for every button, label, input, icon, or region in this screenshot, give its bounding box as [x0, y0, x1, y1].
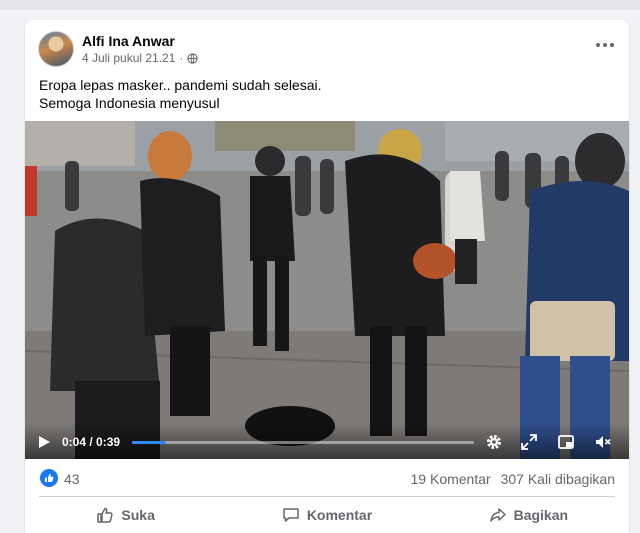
video-frame: [25, 121, 629, 459]
post-text-line: Semoga Indonesia menyusul: [39, 95, 220, 111]
video-controls: 0:04 / 0:39: [25, 423, 629, 459]
post-text-line: Eropa lepas masker.. pandemi sudah seles…: [39, 77, 322, 93]
author-name[interactable]: Alfi Ina Anwar: [82, 33, 175, 49]
share-count[interactable]: 307 Kali dibagikan: [501, 471, 615, 487]
more-options-button[interactable]: [595, 38, 615, 52]
like-count[interactable]: 43: [64, 471, 80, 487]
comment-button[interactable]: Komentar: [226, 500, 427, 530]
post-text: Eropa lepas masker.. pandemi sudah seles…: [39, 76, 322, 112]
post-meta: 4 Juli pukul 21.21 ·: [82, 51, 199, 65]
comment-icon: [283, 508, 299, 522]
post-card: Alfi Ina Anwar 4 Juli pukul 21.21 · Erop…: [25, 20, 629, 533]
top-strip: [0, 0, 640, 10]
like-button[interactable]: Suka: [25, 500, 226, 530]
author-avatar[interactable]: [38, 31, 74, 67]
reaction-stats: 43 19 Komentar 307 Kali dibagikan: [25, 465, 629, 491]
engagement-counts: 19 Komentar 307 Kali dibagikan: [405, 471, 615, 487]
like-label: Suka: [121, 507, 155, 523]
share-label: Bagikan: [513, 507, 569, 523]
post-timestamp[interactable]: 4 Juli pukul 21.21: [82, 51, 175, 65]
video-progress-bar[interactable]: [132, 441, 474, 444]
settings-icon[interactable]: [485, 433, 503, 451]
fullscreen-icon[interactable]: [520, 433, 538, 451]
more-dot-icon: [603, 43, 607, 47]
pip-icon[interactable]: [557, 433, 575, 451]
more-dot-icon: [596, 43, 600, 47]
action-bar: Suka Komentar Bagikan: [25, 500, 629, 530]
share-icon: [489, 508, 506, 522]
comment-label: Komentar: [306, 507, 373, 523]
thumbs-up-icon: [97, 507, 114, 523]
share-button[interactable]: Bagikan: [428, 500, 629, 530]
video-player[interactable]: 0:04 / 0:39: [25, 121, 629, 459]
video-time: 0:04 / 0:39: [62, 435, 121, 449]
comment-count[interactable]: 19 Komentar: [411, 471, 491, 487]
volume-icon[interactable]: [594, 433, 612, 451]
like-reaction-icon[interactable]: [40, 469, 58, 487]
play-icon[interactable]: [37, 435, 51, 449]
more-dot-icon: [610, 43, 614, 47]
globe-icon: [187, 52, 199, 64]
divider: [39, 496, 615, 497]
video-progress-fill: [132, 441, 167, 444]
